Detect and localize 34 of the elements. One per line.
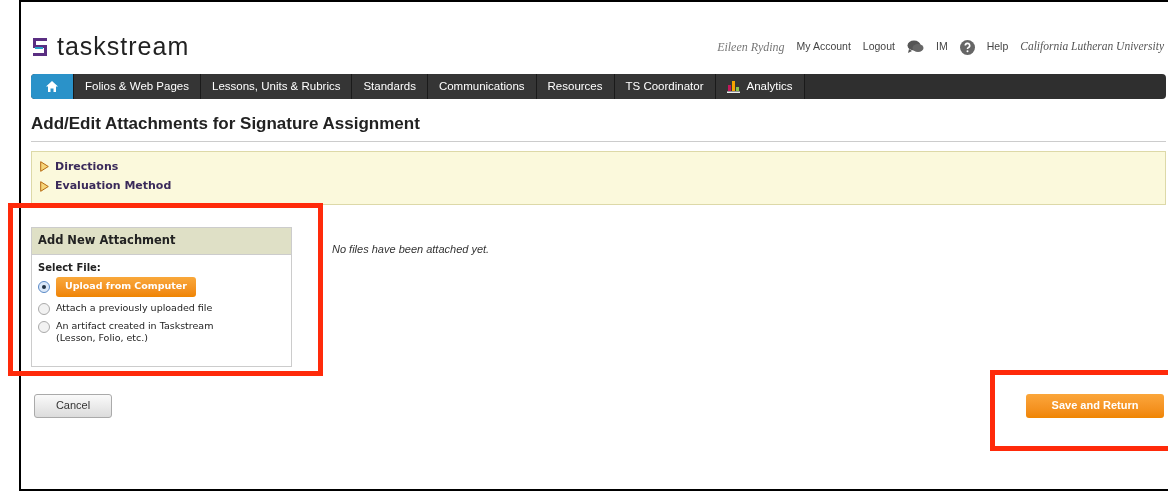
nav-tab[interactable]: Communications <box>427 74 537 99</box>
chat-icon <box>906 40 924 54</box>
institution-name: California Lutheran University <box>1020 39 1164 55</box>
caret-right-icon <box>40 180 49 192</box>
help-icon <box>959 39 975 55</box>
nav-tab[interactable]: Standards <box>352 74 428 99</box>
nav-tab[interactable]: Analytics <box>715 74 805 99</box>
select-file-label: Select File: <box>38 260 102 275</box>
header-link[interactable]: Help <box>986 39 1009 55</box>
home-icon <box>46 81 58 92</box>
header-link[interactable]: My Account <box>796 39 851 55</box>
nav-tab[interactable]: TS Coordinator <box>614 74 716 99</box>
nav-tab[interactable]: Folios & Web Pages <box>74 74 201 99</box>
logo-icon <box>31 37 49 57</box>
empty-message: No files have been attached yet. <box>332 241 490 257</box>
bar-chart-icon <box>726 80 741 93</box>
radio-button[interactable] <box>38 302 50 315</box>
nav-tab[interactable] <box>31 74 74 99</box>
header-link[interactable]: IM <box>935 39 948 55</box>
radio-button[interactable] <box>38 280 50 293</box>
option-label[interactable]: Attach a previously uploaded file <box>56 301 226 314</box>
logo-text: taskstream <box>57 31 190 63</box>
header-link[interactable]: Logout <box>862 39 895 55</box>
radio-button[interactable] <box>38 320 50 333</box>
panel-title: Add New Attachment <box>32 227 291 255</box>
option-label[interactable]: An artifact created in Taskstream (Lesson, Folio, etc.) <box>56 319 226 344</box>
caret-right-icon <box>40 161 49 173</box>
page-title: Add/Edit Attachments for Signature Assignment <box>31 111 1166 142</box>
nav-tab[interactable]: Lessons, Units & Rubrics <box>201 74 353 99</box>
section-toggle[interactable]: Evaluation Method <box>40 178 1157 195</box>
section-toggle[interactable]: Directions <box>40 158 1157 175</box>
cancel-button[interactable]: Cancel <box>34 393 112 418</box>
user-name: Eileen Ryding <box>717 39 785 56</box>
nav-tab[interactable]: Resources <box>536 74 615 99</box>
